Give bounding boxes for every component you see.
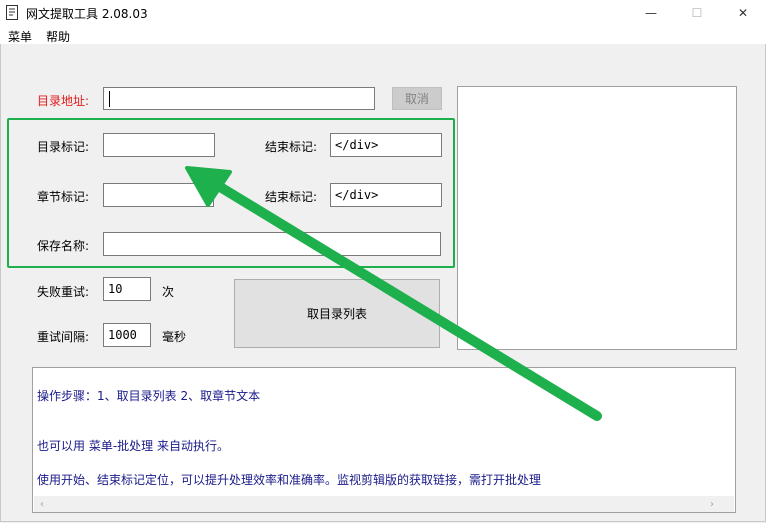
arrow-annotation-icon bbox=[185, 166, 602, 421]
